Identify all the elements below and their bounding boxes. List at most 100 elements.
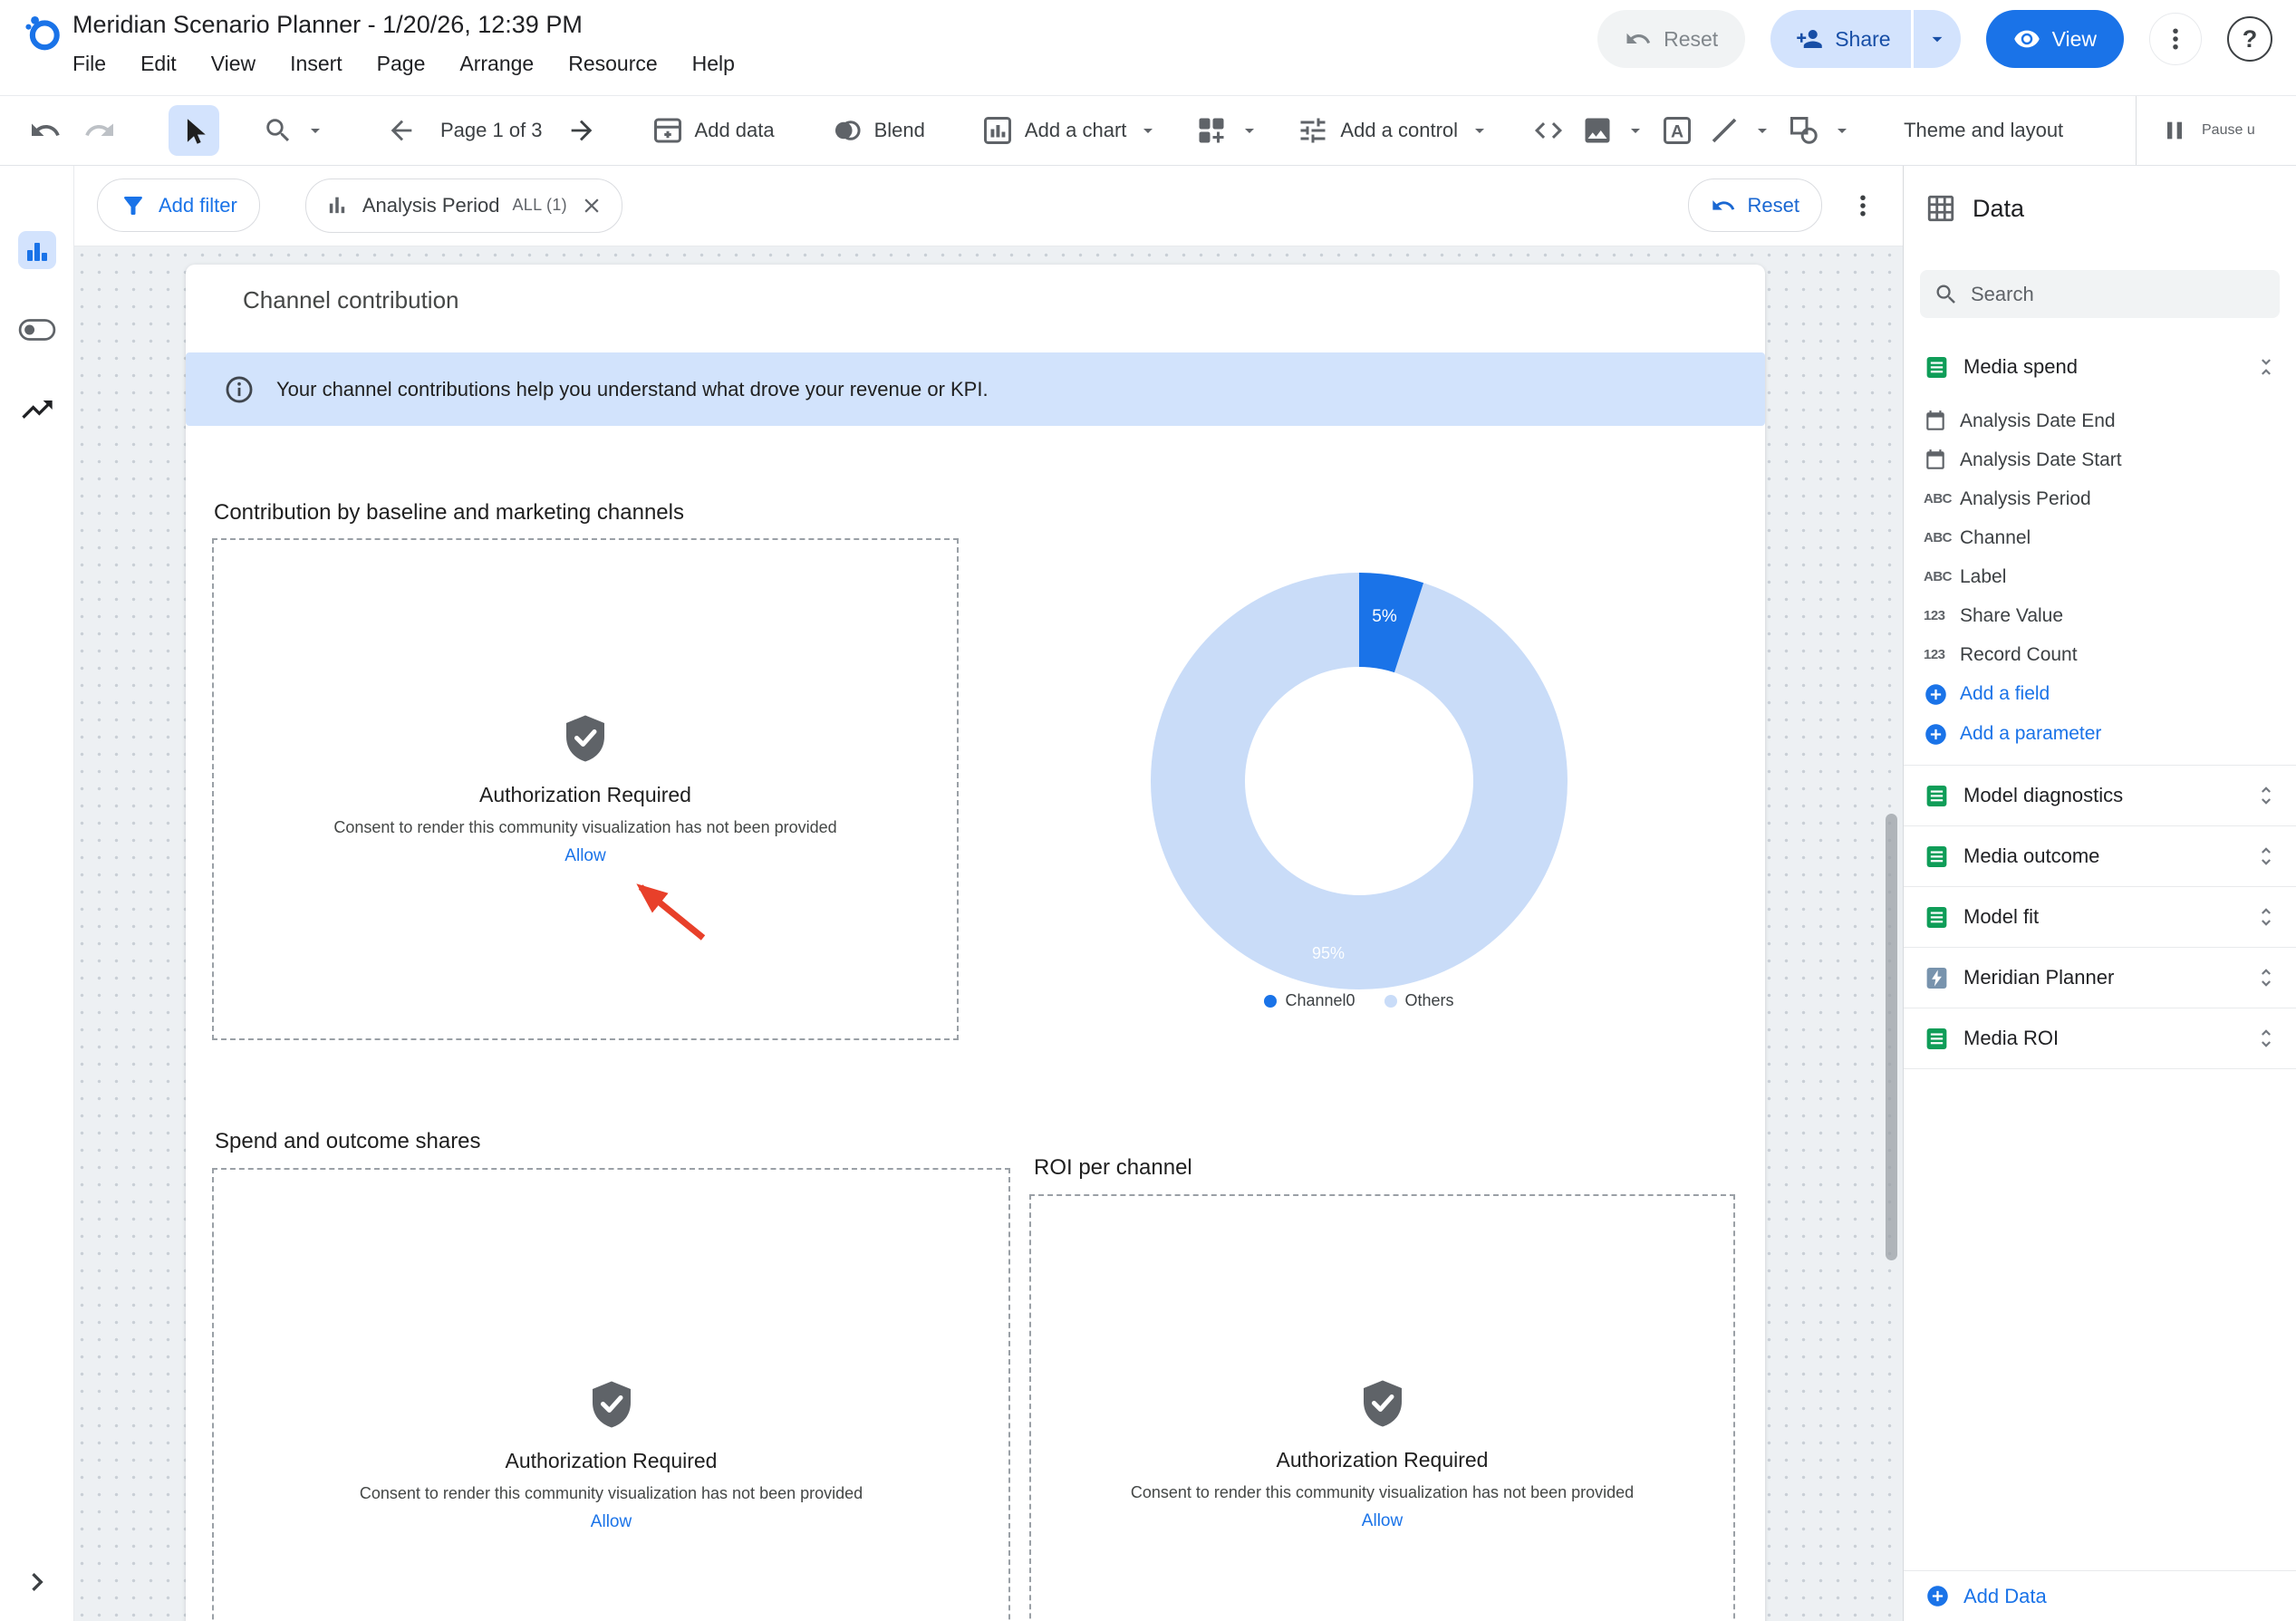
view-button[interactable]: View xyxy=(1986,10,2124,68)
add-circle-icon xyxy=(1925,1584,1950,1608)
previous-page-button[interactable] xyxy=(386,115,417,146)
share-button[interactable]: Share xyxy=(1770,10,1910,68)
add-control-button[interactable]: Add a control xyxy=(1297,114,1490,147)
page-indicator[interactable]: Page 1 of 3 xyxy=(440,119,543,142)
legend-dot-others xyxy=(1384,995,1397,1008)
undo-icon xyxy=(1711,193,1736,218)
section-heading-spend: Spend and outcome shares xyxy=(215,1129,481,1154)
chevron-down-icon xyxy=(1751,120,1773,141)
data-source-model-fit[interactable]: Model fit xyxy=(1904,886,2296,947)
looker-studio-logo[interactable] xyxy=(22,11,63,53)
allow-link[interactable]: Allow xyxy=(564,846,605,866)
analysis-period-filter-chip[interactable]: Analysis Period ALL (1) xyxy=(305,179,622,233)
edit-toolbar: Page 1 of 3 Add data Blend Add a chart A… xyxy=(0,95,2296,166)
svg-text:A: A xyxy=(1671,122,1683,142)
shield-check-icon xyxy=(1357,1377,1408,1428)
redo-button[interactable] xyxy=(83,114,116,147)
theme-and-layout-button[interactable]: Theme and layout xyxy=(1904,119,2063,142)
collapse-icon[interactable] xyxy=(2254,355,2278,379)
auth-title: Authorization Required xyxy=(506,1449,718,1473)
zoom-tool[interactable] xyxy=(263,115,326,146)
expand-icon[interactable] xyxy=(2254,1027,2278,1050)
expand-rail-chevron-icon[interactable] xyxy=(0,1564,73,1600)
menu-file[interactable]: File xyxy=(72,52,106,76)
banner-text: Your channel contributions help you unde… xyxy=(276,378,989,401)
shape-icon xyxy=(1788,114,1820,147)
menu-insert[interactable]: Insert xyxy=(290,52,342,76)
data-source-media-outcome[interactable]: Media outcome xyxy=(1904,825,2296,886)
expand-icon[interactable] xyxy=(2254,966,2278,989)
field-analysis-period[interactable]: ABC Analysis Period xyxy=(1904,479,2296,518)
data-source-media-spend[interactable]: Media spend xyxy=(1904,342,2296,392)
text-tool-button[interactable]: A xyxy=(1661,114,1693,147)
select-tool-button[interactable] xyxy=(169,105,219,156)
add-circle-icon xyxy=(1924,722,1960,747)
reset-button[interactable]: Reset xyxy=(1597,10,1745,68)
controls-toggle-icon[interactable] xyxy=(0,317,73,343)
undo-icon xyxy=(1625,25,1652,53)
auth-message: Consent to render this community visuali… xyxy=(360,1484,863,1503)
workspace: Add filter Analysis Period ALL (1) Reset… xyxy=(73,165,1904,1621)
add-data-button-bottom[interactable]: Add Data xyxy=(1904,1570,2296,1621)
menu-arrange[interactable]: Arrange xyxy=(459,52,534,76)
add-filter-button[interactable]: Add filter xyxy=(97,179,260,232)
close-icon[interactable] xyxy=(580,194,603,217)
blend-button[interactable]: Blend xyxy=(831,114,925,147)
allow-link[interactable]: Allow xyxy=(1362,1511,1403,1531)
allow-link[interactable]: Allow xyxy=(591,1512,632,1532)
filter-reset-button[interactable]: Reset xyxy=(1688,179,1822,232)
question-mark-icon: ? xyxy=(2243,25,2258,53)
trending-up-icon[interactable] xyxy=(0,391,73,428)
expand-icon[interactable] xyxy=(2254,784,2278,807)
next-page-button[interactable] xyxy=(566,115,597,146)
menu-help[interactable]: Help xyxy=(692,52,735,76)
field-record-count[interactable]: 123 Record Count xyxy=(1904,635,2296,674)
undo-button[interactable] xyxy=(29,114,62,147)
expand-icon[interactable] xyxy=(2254,905,2278,929)
embed-code-button[interactable] xyxy=(1532,114,1565,147)
field-label[interactable]: ABC Label xyxy=(1904,557,2296,596)
shape-tool-button[interactable] xyxy=(1788,114,1853,147)
chevron-down-icon xyxy=(1925,27,1949,51)
field-channel[interactable]: ABC Channel xyxy=(1904,518,2296,557)
more-options-button[interactable] xyxy=(2149,13,2202,65)
add-a-parameter-button[interactable]: Add a parameter xyxy=(1904,714,2296,754)
menu-edit[interactable]: Edit xyxy=(140,52,177,76)
report-title[interactable]: Meridian Scenario Planner - 1/20/26, 12:… xyxy=(72,11,583,39)
menu-resource[interactable]: Resource xyxy=(568,52,657,76)
help-button[interactable]: ? xyxy=(2227,16,2272,62)
add-chart-button[interactable]: Add a chart xyxy=(981,114,1160,147)
legend-item-others[interactable]: Others xyxy=(1384,991,1454,1010)
menu-page[interactable]: Page xyxy=(377,52,426,76)
pause-updates-button[interactable]: Pause u xyxy=(2136,96,2296,165)
auth-required-card-roi: Authorization Required Consent to render… xyxy=(1029,1194,1735,1621)
calendar-icon xyxy=(1924,410,1960,433)
sheet-icon xyxy=(1924,354,1950,381)
expand-icon[interactable] xyxy=(2254,844,2278,868)
donut-chart[interactable] xyxy=(1146,568,1572,994)
auth-title: Authorization Required xyxy=(479,783,691,807)
field-share-value[interactable]: 123 Share Value xyxy=(1904,596,2296,635)
community-viz-icon xyxy=(1195,114,1228,147)
line-icon xyxy=(1708,114,1741,147)
add-a-field-button[interactable]: Add a field xyxy=(1904,674,2296,714)
menu-view[interactable]: View xyxy=(211,52,256,76)
data-source-media-roi[interactable]: Media ROI xyxy=(1904,1008,2296,1069)
share-dropdown-button[interactable] xyxy=(1914,10,1961,68)
filter-bar-more-options[interactable] xyxy=(1849,192,1876,219)
report-pages-icon[interactable] xyxy=(0,228,73,272)
legend-item-channel0[interactable]: Channel0 xyxy=(1264,991,1355,1010)
filter-bar: Add filter Analysis Period ALL (1) Reset xyxy=(73,165,1904,246)
vertical-scrollbar[interactable] xyxy=(1886,814,1897,1260)
cursor-icon xyxy=(178,115,209,146)
add-data-button[interactable]: Add data xyxy=(651,114,775,147)
data-source-meridian-planner[interactable]: Meridian Planner xyxy=(1904,947,2296,1008)
top-bar: Meridian Scenario Planner - 1/20/26, 12:… xyxy=(0,0,2296,95)
data-source-model-diagnostics[interactable]: Model diagnostics xyxy=(1904,765,2296,825)
field-analysis-date-end[interactable]: Analysis Date End xyxy=(1904,401,2296,440)
community-visualizations-button[interactable] xyxy=(1195,114,1260,147)
image-tool-button[interactable] xyxy=(1581,114,1646,147)
line-tool-button[interactable] xyxy=(1708,114,1773,147)
field-analysis-date-start[interactable]: Analysis Date Start xyxy=(1904,440,2296,479)
search-fields-input[interactable] xyxy=(1920,270,2280,318)
